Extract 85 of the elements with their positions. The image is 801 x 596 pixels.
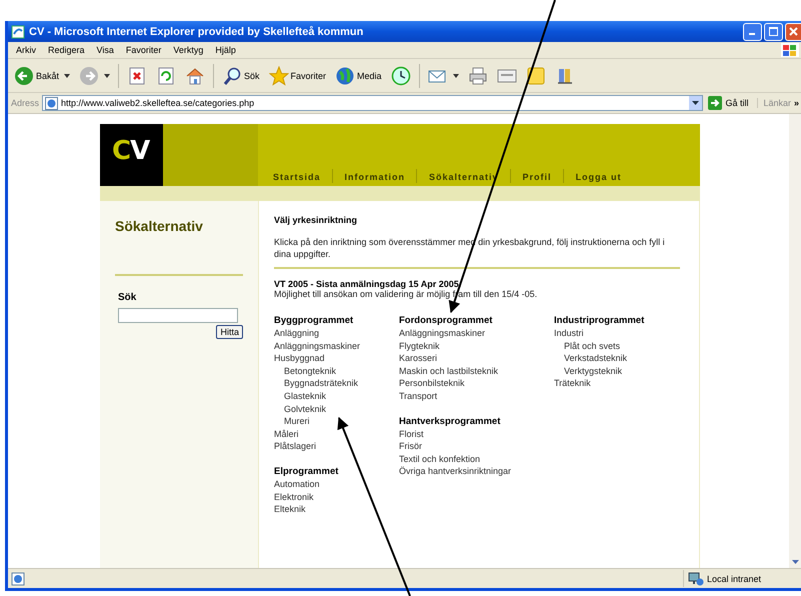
category-link[interactable]: Mureri <box>284 415 399 428</box>
category-link[interactable]: Anläggningsmaskiner <box>274 340 399 352</box>
computer-globe-icon <box>688 572 704 586</box>
sidebar-title: Sökalternativ <box>115 218 204 234</box>
program-title: Hantverksprogrammet <box>399 416 502 428</box>
category-link[interactable]: Övriga hantverksinriktningar <box>399 465 554 478</box>
category-link[interactable]: Plåt och svets <box>564 340 644 352</box>
go-button[interactable]: Gå till <box>706 96 754 110</box>
cv-logo: CV <box>100 124 163 186</box>
more-chevron[interactable]: » <box>794 98 801 108</box>
menu-item[interactable]: Visa <box>90 45 120 55</box>
category-link[interactable]: Frisör <box>399 440 554 453</box>
menu-item[interactable]: Arkiv <box>10 45 42 55</box>
dropdown-caret-icon <box>104 74 110 78</box>
address-field[interactable]: http://www.valiweb2.skelleftea.se/categories.php <box>42 95 704 111</box>
category-link[interactable]: Flygteknik <box>399 340 554 352</box>
search-label: Sök <box>118 292 138 303</box>
category-link[interactable]: Byggnadsträteknik <box>284 377 399 390</box>
go-arrow-icon <box>708 96 722 110</box>
page-icon <box>11 24 25 38</box>
close-icon <box>789 27 798 36</box>
maximize-icon <box>769 27 778 36</box>
category-link[interactable]: Träteknik <box>554 377 644 390</box>
category-link[interactable]: Textil och konfektion <box>399 452 554 466</box>
category-link[interactable]: Maskin och lastbilsteknik <box>399 364 554 378</box>
category-link[interactable]: Elektronik <box>274 490 399 504</box>
category-link[interactable]: Personbilsteknik <box>399 377 554 390</box>
close-button[interactable] <box>785 22 801 40</box>
category-link[interactable]: Automation <box>274 478 399 491</box>
search-icon <box>222 66 242 86</box>
back-button[interactable]: Bakåt <box>11 64 74 88</box>
program-title: Elprogrammet <box>274 466 340 478</box>
menu-item[interactable]: Redigera <box>42 45 91 55</box>
nav-link[interactable]: Logga ut <box>576 171 633 183</box>
minimize-button[interactable] <box>743 22 762 40</box>
maximize-button[interactable] <box>764 22 783 40</box>
menu-item[interactable]: Verktyg <box>167 45 210 55</box>
menu-item[interactable]: Hjälp <box>209 45 242 55</box>
category-link[interactable]: Verkstadsteknik <box>564 352 644 365</box>
star-icon <box>268 66 289 86</box>
category-link[interactable]: Verktygsteknik <box>564 364 644 378</box>
media-button[interactable]: Media <box>332 64 385 88</box>
category-link[interactable]: Transport <box>399 390 554 403</box>
house-icon <box>185 66 206 86</box>
category-link[interactable]: Anläggning <box>274 327 399 340</box>
category-link[interactable]: Florist <box>399 428 554 440</box>
program-title: Fordonsprogrammet <box>399 315 494 327</box>
globe-icon <box>335 66 356 86</box>
search-button[interactable]: Hitta <box>216 325 243 339</box>
category-link[interactable]: Elteknik <box>274 503 399 516</box>
nav-link[interactable]: Information <box>344 171 416 183</box>
refresh-icon <box>156 66 176 86</box>
category-link[interactable]: Plåtslageri <box>274 440 399 453</box>
section-heading: Välj yrkesinriktning <box>274 215 358 225</box>
category-link[interactable]: Måleri <box>274 428 399 440</box>
nav-link[interactable]: Startsida <box>273 171 332 183</box>
favorites-button[interactable]: Favoriter <box>266 64 330 88</box>
category-link[interactable]: Anläggningsmaskiner <box>399 327 554 340</box>
windows-flag-icon <box>781 43 799 57</box>
program-title: Industriprogrammet <box>554 315 644 327</box>
category-link[interactable]: Husbyggnad <box>274 352 399 365</box>
category-link[interactable]: Karosseri <box>399 352 554 365</box>
dropdown-button[interactable] <box>689 96 702 110</box>
menu-item[interactable]: Favoriter <box>120 45 168 55</box>
caret-icon <box>692 100 700 106</box>
window-title: CV - Microsoft Internet Explorer provided by Skellefteå kommun <box>29 26 364 38</box>
zone-label: Local intranet <box>707 574 762 584</box>
category-link[interactable]: Industri <box>554 327 644 340</box>
category-link[interactable]: Glasteknik <box>284 390 399 403</box>
page-icon <box>11 572 25 586</box>
nav-link[interactable]: Profil <box>522 171 563 183</box>
page-icon <box>45 96 58 110</box>
category-link[interactable]: Betongteknik <box>284 364 399 378</box>
category-link[interactable]: Golvteknik <box>284 402 399 416</box>
search-button[interactable]: Sök <box>219 64 263 88</box>
address-label: Adress <box>11 98 40 108</box>
address-url: http://www.valiweb2.skelleftea.se/categories.php <box>61 98 256 108</box>
program-title: Byggprogrammet <box>274 315 354 327</box>
dropdown-caret-icon <box>64 74 70 78</box>
dropdown-caret-icon <box>452 74 459 78</box>
stop-icon <box>127 66 148 86</box>
search-field[interactable] <box>118 308 238 323</box>
scroll-down-icon <box>792 560 798 565</box>
clock-icon <box>390 66 411 86</box>
printer-icon <box>468 66 488 86</box>
